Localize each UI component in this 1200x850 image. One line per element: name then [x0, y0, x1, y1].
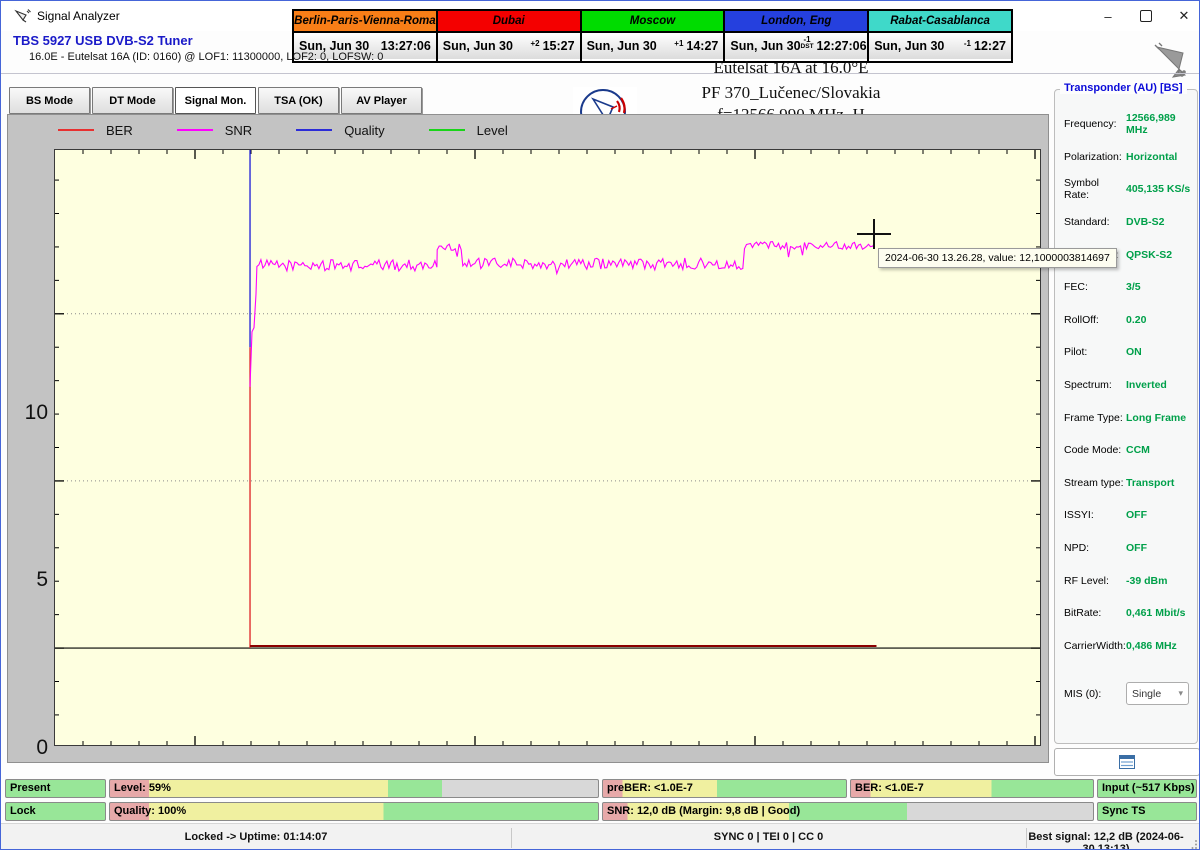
transponder-list-button[interactable]: [1054, 748, 1199, 776]
clock-london: London, Eng Sun, Jun 30 -1 DST 12:27:06: [725, 11, 870, 61]
tp-row-symbol-rate: Symbol Rate: 405,135 KS/s: [1064, 177, 1191, 202]
tp-row-polarization: Polarization: Horizontal: [1064, 150, 1178, 163]
present-indicator: Present: [5, 779, 106, 798]
quality-line-swatch: [296, 129, 333, 131]
clock-moscow: Moscow Sun, Jun 30 +1 14:27: [581, 11, 726, 61]
tp-row-rf-level: RF Level: -39 dBm: [1064, 574, 1168, 587]
legend-quality: Quality: [296, 123, 385, 138]
level-meter: Level: 59%: [109, 779, 599, 798]
snr-line-swatch: [176, 129, 213, 131]
tp-row-standard: Standard: DVB-S2: [1064, 216, 1165, 229]
tp-row-rolloff: RollOff: 0.20: [1064, 313, 1147, 326]
tuner-details: 16.0E - Eutelsat 16A (ID: 0160) @ LOF1: …: [29, 51, 384, 63]
transponder-panel: Frequency: 12566,989 MHz Polarization: Hor…: [1054, 89, 1198, 744]
snr-meter: SNR: 12,0 dB (Margin: 9,8 dB | Good): [602, 802, 1094, 821]
preber-meter: preBER: <1.0E-7: [602, 779, 847, 798]
list-icon: [1119, 755, 1135, 769]
statusbar-divider: [511, 828, 512, 848]
y-tick-5: 5: [36, 568, 48, 591]
tab-dt-mode[interactable]: DT Mode: [92, 87, 173, 114]
tp-row-fec: FEC: 3/5: [1064, 281, 1141, 294]
close-button[interactable]: ✕: [1167, 3, 1199, 29]
minimize-button[interactable]: –: [1091, 3, 1125, 29]
quality-meter: Quality: 100%: [109, 802, 599, 821]
clock-city-label: Moscow: [581, 11, 724, 33]
status-best-signal: Best signal: 12,2 dB (2024-06-30 13:13): [1028, 831, 1184, 850]
crosshair-cursor: [873, 219, 875, 249]
legend-snr: SNR: [176, 123, 252, 138]
satellite-header: Eutelsat 16A at 16.0°E: [713, 58, 869, 77]
clock-rabat: Rabat-Casablanca Sun, Jun 30 -1 12:27: [869, 11, 1011, 61]
ber-line-swatch: [58, 129, 94, 131]
clock-dubai: Dubai Sun, Jun 30 +2 15:27: [437, 11, 582, 61]
satellite-dish-icon: [1149, 41, 1193, 83]
resize-grip[interactable]: [1188, 839, 1198, 849]
legend-level: Level: [428, 123, 508, 138]
tp-row-pilot: Pilot: ON: [1064, 346, 1142, 359]
tp-row-code-mode: Code Mode: CCM: [1064, 444, 1150, 457]
clock-city-label: Rabat-Casablanca: [869, 11, 1011, 33]
mis-dropdown[interactable]: Single ▾: [1126, 682, 1189, 705]
status-sync-counters: SYNC 0 | TEI 0 | CC 0: [713, 831, 824, 843]
y-tick-0: 0: [36, 736, 48, 759]
statusbar-divider: [1026, 828, 1027, 848]
app-satellite-icon: [14, 8, 31, 25]
world-clocks: Berlin-Paris-Vienna-Roma Sun, Jun 30 13:…: [292, 9, 1013, 63]
y-tick-10: 10: [24, 401, 48, 424]
legend-ber: BER: [58, 123, 133, 138]
tp-row-npd: NPD: OFF: [1064, 542, 1147, 555]
clock-time: Sun, Jun 30 +2 15:27: [437, 33, 580, 59]
tp-row-carrierwidth: CarrierWidth: 0,486 MHz: [1064, 639, 1177, 652]
maximize-button[interactable]: [1129, 3, 1163, 29]
clock-time: Sun, Jun 30 +1 14:27: [581, 33, 724, 59]
maximize-icon: [1140, 10, 1152, 22]
chart-legend: BER SNR Quality Level: [58, 120, 552, 140]
transponder-rows: Frequency: 12566,989 MHz Polarization: Hor…: [1064, 108, 1193, 662]
signal-analyzer-window: Signal Analyzer – ✕ Berlin-Paris-Vienna-…: [0, 0, 1200, 850]
input-indicator: Input (~517 Kbps): [1097, 779, 1197, 798]
signal-chart-panel: BER SNR Quality Level 0 5 10: [7, 114, 1049, 763]
tab-signal-mon[interactable]: Signal Mon.: [175, 87, 256, 114]
transponder-panel-title: Transponder (AU) [BS]: [1060, 82, 1187, 94]
chevron-down-icon: ▾: [1178, 688, 1183, 698]
tuner-name: TBS 5927 USB DVB-S2 Tuner: [13, 33, 193, 48]
tab-bs-mode[interactable]: BS Mode: [9, 87, 90, 114]
tp-row-frequency: Frequency: 12566,989 MHz: [1064, 112, 1176, 137]
clock-city-label: Dubai: [437, 11, 580, 33]
tp-row-bitrate: BitRate: 0,461 Mbit/s: [1064, 607, 1186, 620]
status-uptime: Locked -> Uptime: 01:14:07: [184, 831, 328, 843]
signal-chart-plot[interactable]: [54, 149, 1041, 746]
tp-row-stream-type: Stream type: Transport: [1064, 476, 1175, 489]
tab-av-player[interactable]: AV Player: [341, 87, 422, 114]
status-bar: Locked -> Uptime: 01:14:07 SYNC 0 | TEI …: [1, 823, 1199, 850]
lock-indicator: Lock: [5, 802, 106, 821]
tp-row-spectrum: Spectrum: Inverted: [1064, 379, 1167, 392]
syncts-indicator: Sync TS: [1097, 802, 1197, 821]
tp-row-frame-type: Frame Type: Long Frame: [1064, 411, 1187, 424]
tab-tsa[interactable]: TSA (OK): [258, 87, 339, 114]
tp-row-issyi: ISSYI: OFF: [1064, 509, 1147, 522]
level-line-swatch: [428, 129, 465, 131]
clock-city-label: Berlin-Paris-Vienna-Roma: [294, 11, 436, 33]
clock-time: Sun, Jun 30 -1 12:27: [869, 33, 1011, 59]
window-title: Signal Analyzer: [37, 9, 120, 23]
mis-row: MIS (0): Single ▾: [1064, 682, 1189, 705]
clock-time: Sun, Jun 30 -1 DST 12:27:06: [725, 33, 868, 59]
clock-city-label: London, Eng: [725, 11, 868, 33]
chart-tooltip: 2024-06-30 13.26.28, value: 12,100000381…: [878, 248, 1117, 268]
ber-meter: BER: <1.0E-7: [850, 779, 1094, 798]
